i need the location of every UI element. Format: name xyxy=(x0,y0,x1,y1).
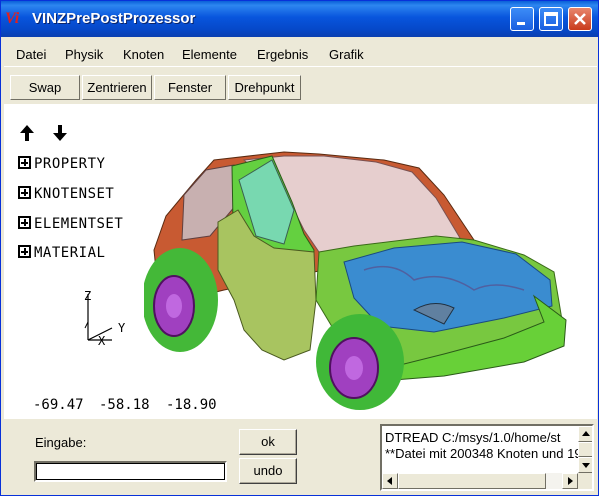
tree-item-property[interactable]: PROPERTY xyxy=(18,155,105,173)
menu-grafik[interactable]: Grafik xyxy=(329,47,364,62)
expand-plus-icon[interactable] xyxy=(18,156,31,169)
undo-button[interactable]: undo xyxy=(239,458,297,484)
tree-label-knotenset: KNOTENSET xyxy=(34,186,115,202)
toolbar: Swap Zentrieren Fenster Drehpunkt xyxy=(4,71,597,101)
scroll-corner xyxy=(578,473,592,489)
maximize-icon xyxy=(544,12,558,26)
scroll-down-button[interactable] xyxy=(578,457,592,473)
drehpunkt-button[interactable]: Drehpunkt xyxy=(228,75,301,100)
menu-bar: Datei Physik Knoten Elemente Ergebnis Gr… xyxy=(4,42,597,67)
expand-plus-icon[interactable] xyxy=(18,186,31,199)
maximize-button[interactable] xyxy=(539,7,563,31)
menu-datei[interactable]: Datei xyxy=(16,47,46,62)
menu-knoten[interactable]: Knoten xyxy=(123,47,164,62)
scroll-down-icon xyxy=(582,463,590,468)
app-window: Vi VINZPrePostProzessor Datei Physik Kno… xyxy=(0,0,599,496)
eingabe-label: Eingabe: xyxy=(35,435,87,450)
vertical-scrollbar[interactable] xyxy=(578,426,592,473)
tree-item-knotenset[interactable]: KNOTENSET xyxy=(18,185,114,203)
arrow-up-icon[interactable] xyxy=(18,124,36,142)
title-bar[interactable]: Vi VINZPrePostProzessor xyxy=(1,1,598,37)
menu-ergebnis[interactable]: Ergebnis xyxy=(257,47,308,62)
expand-plus-icon[interactable] xyxy=(18,245,31,258)
scroll-thumb[interactable] xyxy=(398,473,546,489)
zentrieren-button[interactable]: Zentrieren xyxy=(82,75,152,100)
car-model xyxy=(144,151,567,410)
scroll-right-icon xyxy=(568,477,573,485)
log-line: DTREAD C:/msys/1.0/home/st xyxy=(385,430,561,445)
menu-elemente[interactable]: Elemente xyxy=(182,47,237,62)
axis-triad: Z X Y xyxy=(84,289,126,348)
minimize-button[interactable] xyxy=(510,7,534,31)
scroll-thumb[interactable] xyxy=(578,442,592,457)
scroll-left-icon xyxy=(387,477,392,485)
tree-label-material: MATERIAL xyxy=(34,245,106,261)
coord-y: -58.18 xyxy=(99,397,150,413)
tree-label-property: PROPERTY xyxy=(34,156,106,172)
tree-item-elementset[interactable]: ELEMENTSET xyxy=(18,215,123,233)
scroll-right-button[interactable] xyxy=(562,473,578,489)
menu-physik[interactable]: Physik xyxy=(65,47,103,62)
coord-x: -69.47 xyxy=(33,397,84,413)
close-button[interactable] xyxy=(568,7,592,31)
horizontal-scrollbar[interactable] xyxy=(382,473,578,489)
command-panel: Eingabe: ok undo DTREAD C:/msys/1.0/home… xyxy=(4,420,597,494)
window-title: VINZPrePostProzessor xyxy=(32,10,196,27)
axis-y-label: Y xyxy=(118,321,126,335)
scroll-left-button[interactable] xyxy=(382,473,398,489)
expand-plus-icon[interactable] xyxy=(18,216,31,229)
ok-button[interactable]: ok xyxy=(239,429,297,455)
axis-x-label: X xyxy=(98,334,106,348)
close-icon xyxy=(574,13,586,25)
minimize-icon xyxy=(517,22,525,25)
arrow-down-icon[interactable] xyxy=(51,124,69,142)
eingabe-input[interactable] xyxy=(34,461,227,482)
tree-item-material[interactable]: MATERIAL xyxy=(18,244,105,262)
tree-label-elementset: ELEMENTSET xyxy=(34,216,124,232)
scroll-up-button[interactable] xyxy=(578,426,592,442)
scroll-up-icon xyxy=(582,431,590,436)
app-logo-icon: Vi xyxy=(5,10,20,27)
swap-button[interactable]: Swap xyxy=(10,75,80,100)
log-output[interactable]: DTREAD C:/msys/1.0/home/st **Datei mit 2… xyxy=(380,424,594,491)
log-line: **Datei mit 200348 Knoten und 19 xyxy=(385,446,582,461)
3d-viewport[interactable]: PROPERTY KNOTENSET ELEMENTSET MATERIAL Z… xyxy=(4,104,597,419)
fenster-button[interactable]: Fenster xyxy=(154,75,226,100)
axis-z-label: Z xyxy=(84,289,91,303)
